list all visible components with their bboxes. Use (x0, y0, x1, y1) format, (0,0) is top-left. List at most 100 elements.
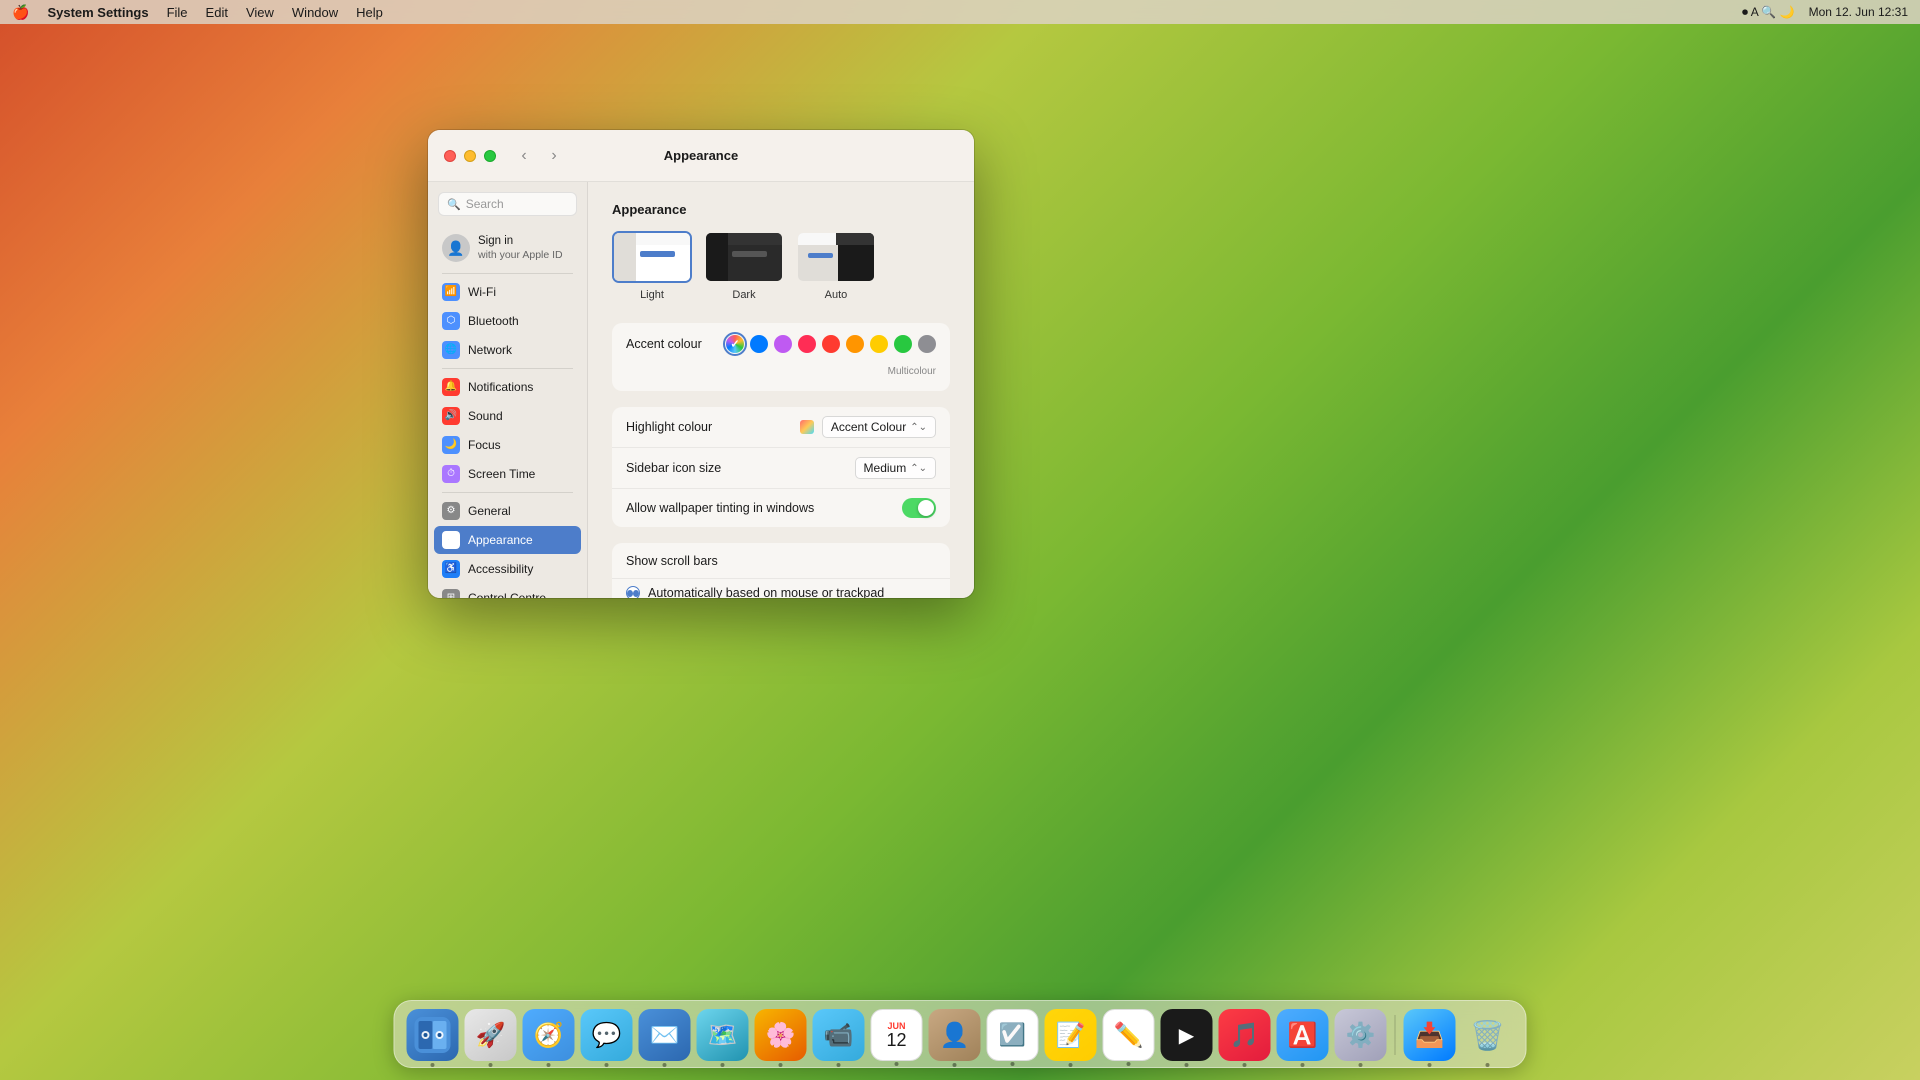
dock-icon-messages[interactable]: 💬 (581, 1009, 633, 1061)
sidebar-icon-size-row: Sidebar icon size Medium ⌃⌄ (612, 448, 950, 489)
avatar-icon: 👤 (442, 234, 470, 262)
sidebar-item-controlcentre[interactable]: ⊞ Control Centre (434, 584, 581, 598)
window-body: 🔍 👤 Sign in with your Apple ID 📶 (428, 182, 974, 598)
highlight-colour-label: Highlight colour (626, 420, 800, 434)
sidebar: 🔍 👤 Sign in with your Apple ID 📶 (428, 182, 588, 598)
dock-icon-notes[interactable]: 📝 (1045, 1009, 1097, 1061)
sidebar-item-bluetooth[interactable]: ⬡ Bluetooth (434, 307, 581, 335)
controlcentre-icon: ⊞ (442, 589, 460, 598)
sidebar-icon-size-select[interactable]: Medium ⌃⌄ (855, 457, 936, 479)
appearance-option-dark[interactable]: Dark (704, 231, 784, 301)
menubar-window[interactable]: Window (292, 5, 338, 20)
dock-icon-facetime[interactable]: 📹 (813, 1009, 865, 1061)
main-content: Appearance Light (588, 182, 974, 598)
traffic-lights (444, 150, 496, 162)
sidebar-icon-size-value[interactable]: Medium ⌃⌄ (855, 457, 936, 479)
scroll-bars-section: Show scroll bars Automatically based on … (612, 543, 950, 598)
forward-button[interactable]: › (542, 144, 566, 168)
bluetooth-icon: ⬡ (442, 312, 460, 330)
sidebar-item-accessibility[interactable]: ♿ Accessibility (434, 555, 581, 583)
sidebar-icon-size-arrow: ⌃⌄ (910, 463, 927, 474)
accent-dot-yellow[interactable] (870, 335, 888, 353)
sidebar-divider-1 (442, 273, 573, 274)
sidebar-item-wifi[interactable]: 📶 Wi-Fi (434, 278, 581, 306)
close-button[interactable] (444, 150, 456, 162)
dock-icon-yoink[interactable]: 📥 (1404, 1009, 1456, 1061)
dock-icon-calendar[interactable]: JUN 12 (871, 1009, 923, 1061)
accent-dot-purple[interactable] (774, 335, 792, 353)
accent-dot-multicolor[interactable] (726, 335, 744, 353)
menubar-edit[interactable]: Edit (206, 5, 228, 20)
accent-dot-green[interactable] (894, 335, 912, 353)
network-icon: 🌐 (442, 341, 460, 359)
dock-icon-contacts[interactable]: 👤 (929, 1009, 981, 1061)
dock-icon-reminders[interactable]: ☑️ (987, 1009, 1039, 1061)
dock-icon-launchpad[interactable]: 🚀 (465, 1009, 517, 1061)
search-input-wrapper[interactable]: 🔍 (438, 192, 577, 216)
dock-icon-appstore[interactable]: 🅰️ (1277, 1009, 1329, 1061)
general-icon: ⚙ (442, 502, 460, 520)
appearance-label-auto: Auto (825, 289, 848, 301)
window-titlebar: ‹ › Appearance (428, 130, 974, 182)
dock-icon-trash[interactable]: 🗑️ (1462, 1009, 1514, 1061)
dock: 🚀 🧭 💬 ✉️ 🗺️ 🌸 📹 JUN 12 👤 ☑️ 📝 ✏️ ▶ 🎵 🅰️ (394, 1000, 1527, 1068)
accent-colour-label: Accent colour (626, 337, 726, 351)
sidebar-item-screentime[interactable]: ⏱ Screen Time (434, 460, 581, 488)
accent-colour-row: Accent colour (626, 335, 936, 353)
accent-dot-pink[interactable] (798, 335, 816, 353)
appearance-option-light[interactable]: Light (612, 231, 692, 301)
sidebar-item-focus[interactable]: 🌙 Focus (434, 431, 581, 459)
appearance-thumbnail-auto (796, 231, 876, 283)
notifications-icon: 🔔 (442, 378, 460, 396)
search-input[interactable] (466, 197, 568, 211)
wallpaper-tinting-toggle[interactable] (902, 498, 936, 518)
sign-in-text: Sign in with your Apple ID (478, 234, 563, 263)
dock-icon-maps[interactable]: 🗺️ (697, 1009, 749, 1061)
dock-icon-music[interactable]: 🎵 (1219, 1009, 1271, 1061)
dock-icon-systemsettings[interactable]: ⚙️ (1335, 1009, 1387, 1061)
window-title: Appearance (664, 148, 738, 163)
accent-selected-label: Multicolour (888, 366, 936, 377)
menubar-file[interactable]: File (167, 5, 188, 20)
dock-icon-safari[interactable]: 🧭 (523, 1009, 575, 1061)
sidebar-item-sign-in[interactable]: 👤 Sign in with your Apple ID (434, 228, 581, 269)
accent-dot-blue[interactable] (750, 335, 768, 353)
dock-icon-mail[interactable]: ✉️ (639, 1009, 691, 1061)
sidebar-item-sound[interactable]: 🔊 Sound (434, 402, 581, 430)
accent-colours (726, 335, 936, 353)
accent-dot-orange[interactable] (846, 335, 864, 353)
menubar: 🍎 System Settings File Edit View Window … (0, 0, 1920, 24)
scroll-bars-radio-group: Automatically based on mouse or trackpad… (612, 579, 950, 598)
sidebar-divider-2 (442, 368, 573, 369)
sidebar-item-appearance[interactable]: 🎨 Appearance (434, 526, 581, 554)
accent-dot-red[interactable] (822, 335, 840, 353)
maximize-button[interactable] (484, 150, 496, 162)
search-icon: 🔍 (447, 198, 461, 211)
scroll-auto-option[interactable]: Automatically based on mouse or trackpad (612, 583, 950, 598)
sidebar-item-general[interactable]: ⚙ General (434, 497, 581, 525)
highlight-colour-select[interactable]: Accent Colour ⌃⌄ (822, 416, 936, 438)
menubar-help[interactable]: Help (356, 5, 383, 20)
sidebar-item-notifications[interactable]: 🔔 Notifications (434, 373, 581, 401)
dock-icon-appletv[interactable]: ▶ (1161, 1009, 1213, 1061)
accent-dot-graphite[interactable] (918, 335, 936, 353)
dock-icon-photos[interactable]: 🌸 (755, 1009, 807, 1061)
menubar-datetime: Mon 12. Jun 12:31 (1809, 5, 1908, 19)
menubar-view[interactable]: View (246, 5, 274, 20)
toggle-knob (918, 500, 934, 516)
back-button[interactable]: ‹ (512, 144, 536, 168)
sidebar-item-network[interactable]: 🌐 Network (434, 336, 581, 364)
highlight-colour-arrow: ⌃⌄ (910, 422, 927, 433)
dock-icon-finder[interactable] (407, 1009, 459, 1061)
scroll-bars-label: Show scroll bars (626, 554, 936, 568)
scroll-auto-radio[interactable] (626, 586, 640, 598)
minimize-button[interactable] (464, 150, 476, 162)
appearance-option-auto[interactable]: Auto (796, 231, 876, 301)
highlight-colour-value[interactable]: Accent Colour ⌃⌄ (800, 416, 936, 438)
menubar-app-name[interactable]: System Settings (47, 5, 148, 20)
highlight-colour-preview (800, 420, 814, 434)
apple-menu[interactable]: 🍎 (12, 4, 29, 21)
menu-status-icons: ⏺ A 🔍 🌙 (1742, 5, 1795, 20)
wallpaper-tinting-label: Allow wallpaper tinting in windows (626, 501, 902, 515)
dock-icon-freeform[interactable]: ✏️ (1103, 1009, 1155, 1061)
